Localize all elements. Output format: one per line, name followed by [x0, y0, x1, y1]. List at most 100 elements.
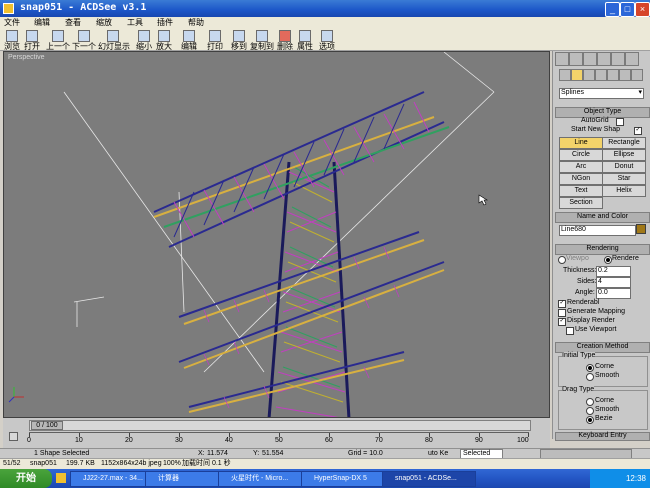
menu-help[interactable]: 帮助	[188, 17, 204, 29]
renderer-radio[interactable]	[604, 256, 612, 264]
menu-zoom[interactable]: 缩放	[96, 17, 112, 29]
category-dropdown[interactable]: Splines ▾	[559, 88, 644, 99]
sides-field[interactable]: 4	[596, 277, 631, 288]
spacewarps-icon[interactable]	[619, 69, 631, 81]
open-icon	[26, 30, 38, 42]
lock-icon[interactable]	[9, 432, 18, 441]
clock: 12:38	[625, 474, 646, 483]
initial-corner-radio[interactable]	[586, 364, 594, 372]
edit-button[interactable]: 编辑	[180, 30, 198, 51]
line-button[interactable]: Line	[559, 137, 603, 149]
menu-plugins[interactable]: 插件	[157, 17, 173, 29]
start-new-shape-label: Start New Shap	[571, 126, 621, 133]
taskbar-item-hypersnap[interactable]: HyperSnap-DX 5	[301, 471, 393, 487]
window-title: snap051 - ACDSee v3.1	[20, 2, 147, 13]
quick-launch-icon[interactable]	[56, 473, 66, 483]
print-button[interactable]: 打印	[206, 30, 224, 51]
renderable-checkbox[interactable]: ✓	[558, 300, 566, 308]
taskbar-item-max[interactable]: JJ22-27.max - 34...	[70, 471, 156, 487]
chevron-down-icon: ▾	[638, 89, 642, 96]
menu-file[interactable]: 文件	[4, 17, 20, 29]
utilities-tab-icon[interactable]	[625, 52, 639, 66]
initial-corner-label: Corne	[595, 363, 615, 370]
time-slider[interactable]: 0 / 100	[29, 420, 531, 431]
close-button[interactable]: ×	[635, 2, 650, 17]
circle-button[interactable]: Circle	[559, 149, 603, 161]
drag-smooth-radio[interactable]	[586, 407, 594, 415]
time-slider-thumb[interactable]: 0 / 100	[31, 421, 63, 430]
command-panel: Splines ▾ Object Type AutoGrid Start New…	[552, 51, 650, 441]
zoom-in-button[interactable]: 放大	[155, 30, 173, 51]
helpers-icon[interactable]	[607, 69, 619, 81]
browse-icon	[6, 30, 18, 42]
options-icon	[321, 30, 333, 42]
delete-button[interactable]: 删除	[276, 30, 294, 51]
object-name-field[interactable]: Line680	[559, 225, 636, 236]
create-tab-icon[interactable]	[555, 52, 569, 66]
copy-to-button[interactable]: 复制到	[250, 30, 274, 51]
display-render-checkbox[interactable]: ✓	[558, 318, 566, 326]
minimize-button[interactable]: _	[605, 2, 620, 17]
modify-tab-icon[interactable]	[569, 52, 583, 66]
maximize-button[interactable]: □	[620, 2, 635, 17]
rectangle-button[interactable]: Rectangle	[602, 137, 646, 149]
hierarchy-tab-icon[interactable]	[583, 52, 597, 66]
perspective-viewport[interactable]: Perspective	[3, 51, 550, 418]
next-button[interactable]: 下一个	[72, 30, 96, 51]
name-color-header[interactable]: Name and Color	[555, 212, 650, 223]
rendering-header[interactable]: Rendering	[555, 244, 650, 255]
systems-icon[interactable]	[631, 69, 643, 81]
thickness-field[interactable]: 0.2	[596, 266, 631, 277]
helix-button[interactable]: Helix	[602, 185, 646, 197]
motion-tab-icon[interactable]	[597, 52, 611, 66]
initial-smooth-radio[interactable]	[586, 373, 594, 381]
star-button[interactable]: Star	[602, 173, 646, 185]
move-to-button[interactable]: 移到	[230, 30, 248, 51]
taskbar-item-acdsee[interactable]: snap051 - ACDSe...	[382, 471, 476, 487]
lights-icon[interactable]	[583, 69, 595, 81]
drag-corner-radio[interactable]	[586, 398, 594, 406]
tick-label: 70	[375, 437, 383, 444]
autogrid-checkbox[interactable]	[616, 118, 624, 126]
slideshow-button[interactable]: 幻灯显示	[98, 30, 130, 51]
use-viewport-checkbox[interactable]	[566, 327, 574, 335]
thickness-label: Thickness:	[563, 267, 597, 274]
menu-view[interactable]: 查看	[65, 17, 81, 29]
keyboard-entry-header[interactable]: Keyboard Entry	[555, 432, 650, 441]
start-new-shape-checkbox[interactable]: ✓	[634, 127, 642, 135]
ngon-button[interactable]: NGon	[559, 173, 603, 185]
tick-label: 100	[517, 437, 529, 444]
open-button[interactable]: 打开	[23, 30, 41, 51]
start-button[interactable]: 开始	[0, 469, 52, 488]
section-button[interactable]: Section	[559, 197, 603, 209]
cameras-icon[interactable]	[595, 69, 607, 81]
drag-corner-label: Corne	[595, 397, 615, 404]
generate-mapping-checkbox[interactable]	[558, 309, 566, 317]
delete-icon	[279, 30, 291, 42]
shapes-icon[interactable]	[571, 69, 583, 81]
ellipse-button[interactable]: Ellipse	[602, 149, 646, 161]
options-button[interactable]: 选项	[318, 30, 336, 51]
object-color-swatch[interactable]	[636, 224, 646, 234]
drag-bezier-radio[interactable]	[586, 416, 594, 424]
geometry-icon[interactable]	[559, 69, 571, 81]
arc-button[interactable]: Arc	[559, 161, 603, 173]
text-button[interactable]: Text	[559, 185, 603, 197]
drag-type-label: Drag Type	[562, 386, 595, 394]
angle-field[interactable]: 0.0	[596, 288, 631, 299]
browse-button[interactable]: 浏览	[3, 30, 21, 51]
menu-tools[interactable]: 工具	[127, 17, 143, 29]
menu-edit[interactable]: 编辑	[34, 17, 50, 29]
viewport-radio[interactable]	[558, 256, 566, 264]
initial-smooth-label: Smooth	[595, 372, 620, 379]
previous-icon	[52, 30, 64, 42]
donut-button[interactable]: Donut	[602, 161, 646, 173]
taskbar-item-calculator[interactable]: 计算器	[145, 471, 229, 487]
tick-label: 40	[225, 437, 233, 444]
zoom-out-button[interactable]: 缩小	[135, 30, 153, 51]
display-tab-icon[interactable]	[611, 52, 625, 66]
taskbar-item-browser[interactable]: 火星时代 - Micro...	[218, 471, 312, 487]
properties-button[interactable]: 属性	[296, 30, 314, 51]
previous-button[interactable]: 上一个	[46, 30, 70, 51]
autogrid-label: AutoGrid	[581, 117, 609, 124]
